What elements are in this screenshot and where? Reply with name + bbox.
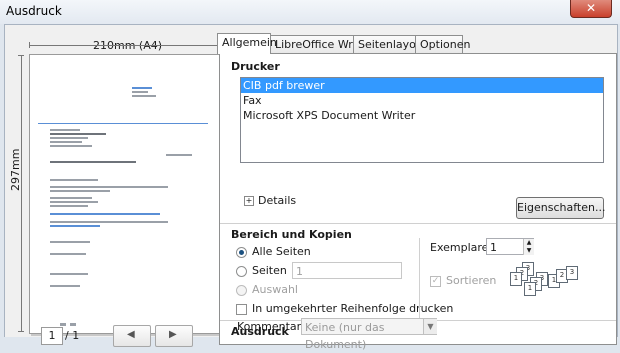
selection-radio[interactable]: [236, 285, 247, 296]
sheet: 1: [510, 272, 522, 286]
printer-item[interactable]: Microsoft XPS Document Writer: [241, 108, 603, 123]
pages-input[interactable]: 1: [292, 262, 402, 279]
comment-label: Kommentar: [237, 320, 302, 333]
tab-panel-general: Drucker CIB pdf brewer Fax Microsoft XPS…: [219, 53, 617, 345]
collate-label[interactable]: Sortieren: [446, 274, 496, 287]
preview-line: [38, 123, 208, 124]
range-heading: Bereich und Kopien: [231, 228, 352, 241]
preview-line: [50, 213, 160, 215]
sheet: 1: [524, 282, 536, 296]
arrow-right-icon: ▶: [169, 329, 177, 340]
preview-line: [50, 161, 136, 163]
reverse-order-checkbox[interactable]: [236, 304, 247, 315]
divider: [419, 238, 420, 324]
chevron-up-icon: ▲: [526, 239, 532, 246]
tab-optionen[interactable]: Optionen: [415, 35, 470, 53]
dropdown-button[interactable]: ▼: [423, 319, 437, 334]
spin-down-button[interactable]: ▼: [523, 247, 534, 255]
height-dimension-line: [21, 55, 22, 331]
details-expander[interactable]: +: [244, 196, 254, 206]
printer-heading: Drucker: [231, 60, 280, 73]
copies-label: Exemplare: [430, 241, 489, 254]
preview-line: [132, 95, 156, 97]
uncollated-copies-icon: 1 2 3: [548, 266, 578, 292]
tab-allgemein[interactable]: Allgemein: [217, 33, 277, 54]
tab-seitenlayout[interactable]: Seitenlayout: [353, 35, 427, 53]
preview-line: [70, 323, 76, 326]
tab-libreoffice-writer[interactable]: LibreOffice Writer: [270, 35, 371, 53]
selection-label[interactable]: Auswahl: [252, 283, 298, 296]
preview-line: [50, 145, 92, 147]
printer-list[interactable]: CIB pdf brewer Fax Microsoft XPS Documen…: [240, 77, 604, 163]
details-label[interactable]: Details: [258, 194, 296, 207]
print-dialog: 210mm (A4) 297mm 1 / 1 ◀ ▶ Allgemein Lib…: [4, 24, 618, 351]
preview-line: [132, 87, 152, 89]
preview-line: [50, 197, 92, 199]
preview-line: [50, 221, 168, 223]
pages-label[interactable]: Seiten: [252, 264, 287, 277]
preview-line: [50, 241, 90, 243]
checkmark-icon: ✓: [431, 276, 440, 286]
close-button[interactable]: ✕: [570, 0, 612, 18]
printer-item[interactable]: CIB pdf brewer: [241, 78, 603, 93]
window-title: Ausdruck: [6, 4, 62, 18]
chevron-down-icon: ▼: [427, 322, 434, 331]
next-page-button[interactable]: ▶: [155, 325, 193, 347]
all-pages-label[interactable]: Alle Seiten: [252, 245, 311, 258]
height-tick-bottom: [18, 331, 24, 332]
comment-dropdown[interactable]: Keine (nur das Dokument): [301, 318, 437, 351]
title-bar: Ausdruck ✕: [0, 0, 620, 24]
properties-button[interactable]: Eigenschaften...: [516, 197, 605, 219]
preview-line: [166, 154, 192, 156]
pages-radio[interactable]: [236, 266, 247, 277]
preview-line: [50, 225, 100, 227]
printer-item[interactable]: Fax: [241, 93, 603, 108]
all-pages-radio[interactable]: [236, 247, 247, 258]
preview-line: [50, 190, 110, 192]
preview-line: [50, 285, 80, 287]
page-preview: [29, 54, 222, 334]
preview-line: [50, 141, 82, 143]
reverse-order-label[interactable]: In umgekehrter Reihenfolge drucken: [252, 302, 453, 315]
preview-line: [50, 205, 88, 207]
preview-line: [50, 129, 80, 131]
preview-line: [50, 133, 106, 135]
previous-page-button[interactable]: ◀: [113, 325, 151, 347]
chevron-down-icon: ▼: [526, 247, 532, 254]
arrow-left-icon: ◀: [127, 329, 135, 340]
width-tick-left: [29, 42, 30, 48]
spin-up-button[interactable]: ▲: [523, 239, 534, 247]
collate-checkbox[interactable]: ✓: [430, 276, 441, 287]
current-page-input[interactable]: 1: [41, 327, 63, 345]
width-dimension-line: [29, 45, 219, 46]
preview-line: [60, 323, 66, 326]
plus-icon: +: [245, 196, 253, 205]
close-icon: ✕: [585, 1, 597, 15]
preview-line: [50, 186, 168, 188]
preview-line: [50, 273, 88, 275]
page-height-label: 297mm: [9, 148, 22, 191]
preview-line: [50, 179, 98, 181]
preview-line: [50, 253, 86, 255]
divider: [220, 223, 616, 224]
preview-line: [50, 201, 98, 203]
preview-line: [50, 137, 88, 139]
height-tick-top: [18, 55, 24, 56]
preview-line: [132, 91, 148, 93]
sheet: 3: [566, 266, 578, 280]
